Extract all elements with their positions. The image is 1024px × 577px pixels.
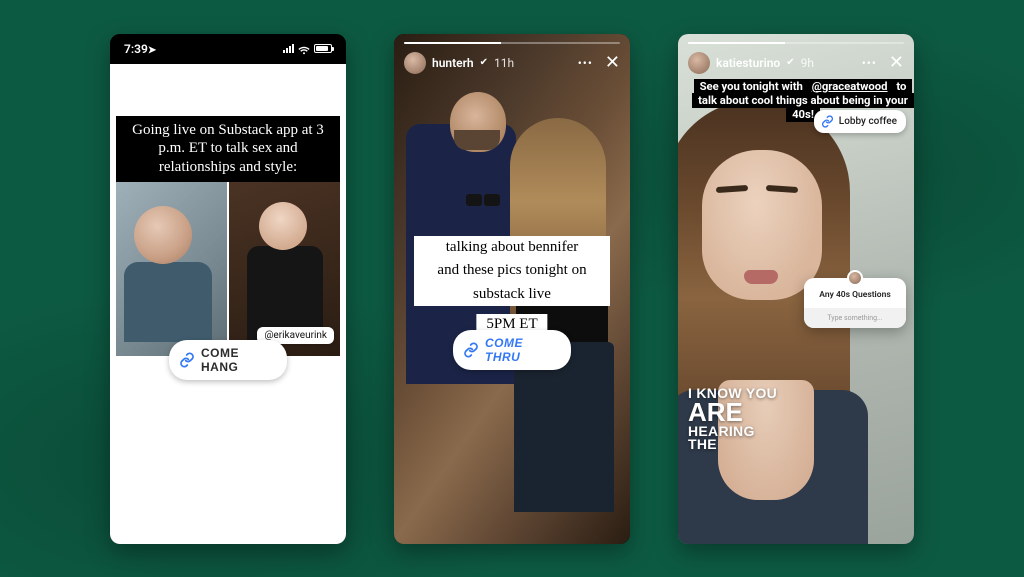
- progress-bar: [404, 42, 620, 44]
- mention-link[interactable]: @graceatwood: [809, 79, 891, 94]
- verified-badge-icon: ✔: [480, 57, 488, 68]
- phone-story-3: katiesturino ✔ 9h ••• ✕ See you tonight …: [678, 34, 914, 544]
- more-options-icon[interactable]: •••: [862, 56, 877, 70]
- username[interactable]: hunterh: [432, 56, 474, 70]
- link-sticker-label: COME HANG: [201, 346, 275, 374]
- link-icon: [821, 115, 834, 128]
- link-sticker-label: COME THRU: [485, 336, 559, 364]
- ios-status-bar: 7:39➤: [110, 34, 346, 64]
- avatar[interactable]: [688, 52, 710, 74]
- wifi-icon: [298, 44, 310, 53]
- link-icon: [463, 342, 479, 358]
- time-ago: 9h: [801, 56, 814, 70]
- question-sticker[interactable]: Any 40s Questions Type something...: [804, 278, 906, 328]
- battery-icon: [314, 44, 332, 53]
- more-options-icon[interactable]: •••: [578, 56, 593, 70]
- question-input[interactable]: Type something...: [804, 308, 906, 328]
- phone-story-2: hunterh ✔ 11h ••• ✕ talking about bennif…: [394, 34, 630, 544]
- location-arrow-icon: ➤: [148, 45, 156, 56]
- time-ago: 11h: [494, 56, 514, 70]
- verified-badge-icon: ✔: [786, 57, 794, 68]
- story-text-banner: Going live on Substack app at 3 p.m. ET …: [116, 116, 340, 182]
- link-sticker-label: Lobby coffee: [839, 116, 897, 127]
- story-header-3: katiesturino ✔ 9h ••• ✕: [678, 34, 914, 74]
- story-header-2: hunterh ✔ 11h ••• ✕: [394, 34, 630, 74]
- link-sticker-come-hang[interactable]: COME HANG: [169, 340, 287, 380]
- photo-left: [116, 182, 227, 356]
- link-icon: [179, 352, 195, 368]
- link-sticker-lobby-coffee[interactable]: Lobby coffee: [814, 110, 906, 133]
- story-content-1: Going live on Substack app at 3 p.m. ET …: [110, 64, 346, 544]
- avatar[interactable]: [404, 52, 426, 74]
- caption-overlay: I KNOW YOU ARE HEARING THE: [688, 387, 777, 452]
- close-icon[interactable]: ✕: [605, 52, 620, 73]
- story-text-overlay: talking about bennifer and these pics to…: [414, 236, 610, 307]
- status-indicators: [283, 44, 332, 53]
- photo-collage: @erikaveurink: [116, 182, 340, 356]
- question-avatar: [847, 270, 863, 286]
- close-icon[interactable]: ✕: [889, 52, 904, 73]
- status-time: 7:39➤: [124, 42, 156, 56]
- phone-story-1: 7:39➤ Going live on Substack app at 3 p.…: [110, 34, 346, 544]
- cellular-signal-icon: [283, 44, 294, 53]
- progress-bar: [688, 42, 904, 44]
- username[interactable]: katiesturino: [716, 56, 780, 70]
- link-sticker-come-thru[interactable]: COME THRU: [453, 330, 571, 370]
